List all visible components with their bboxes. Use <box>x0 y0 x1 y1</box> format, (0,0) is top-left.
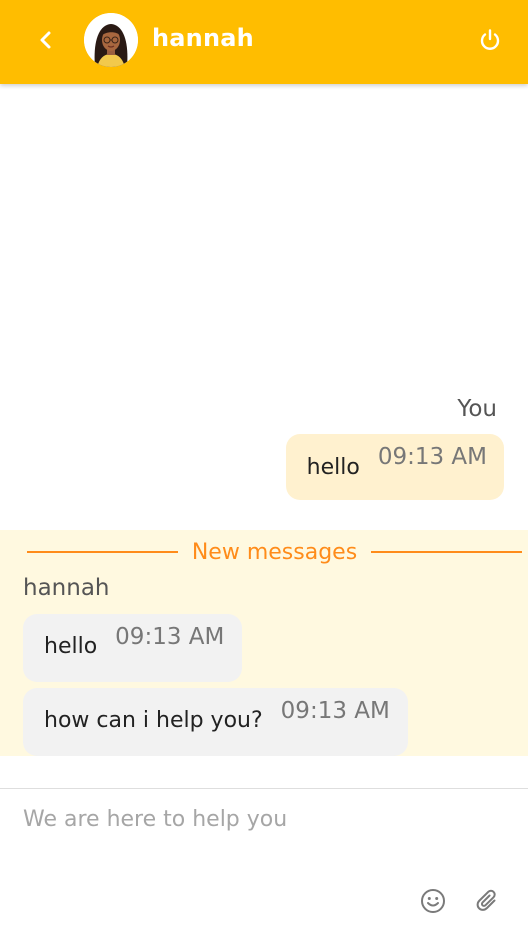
agent-avatar <box>84 13 138 67</box>
back-button[interactable] <box>32 24 60 56</box>
new-messages-section: New messages hannah hello 09:13 AM how c… <box>0 530 528 756</box>
end-chat-button[interactable] <box>476 26 504 54</box>
power-icon <box>480 29 500 50</box>
message-time: 09:13 AM <box>115 624 225 650</box>
outgoing-message: hello 09:13 AM <box>285 434 504 500</box>
new-messages-label: New messages <box>191 539 358 565</box>
smiley-icon <box>421 889 445 913</box>
paperclip-icon <box>476 889 496 911</box>
attach-button[interactable] <box>475 888 501 914</box>
incoming-message: how can i help you? 09:13 AM <box>23 688 408 756</box>
message-composer <box>0 788 528 939</box>
chevron-left-icon <box>40 31 51 49</box>
message-time: 09:13 AM <box>377 444 487 470</box>
divider-line-right <box>371 551 522 553</box>
message-list[interactable]: You hello 09:13 AM New messages hannah h… <box>0 84 528 788</box>
message-input[interactable] <box>23 807 503 832</box>
chat-header: hannah <box>0 0 528 84</box>
sender-name: hannah <box>23 575 110 601</box>
divider-line-left <box>27 551 178 553</box>
message-time: 09:13 AM <box>280 698 390 724</box>
message-text: hello <box>44 634 98 659</box>
incoming-message: hello 09:13 AM <box>23 614 243 682</box>
agent-name: hannah <box>152 24 254 52</box>
message-text: hello <box>306 455 360 480</box>
emoji-button[interactable] <box>420 888 446 914</box>
you-label: You <box>457 396 497 422</box>
chat-widget: hannah You hello 09:13 AM New messages h… <box>0 0 528 939</box>
message-text: how can i help you? <box>44 708 263 733</box>
new-messages-divider: New messages <box>27 539 522 565</box>
